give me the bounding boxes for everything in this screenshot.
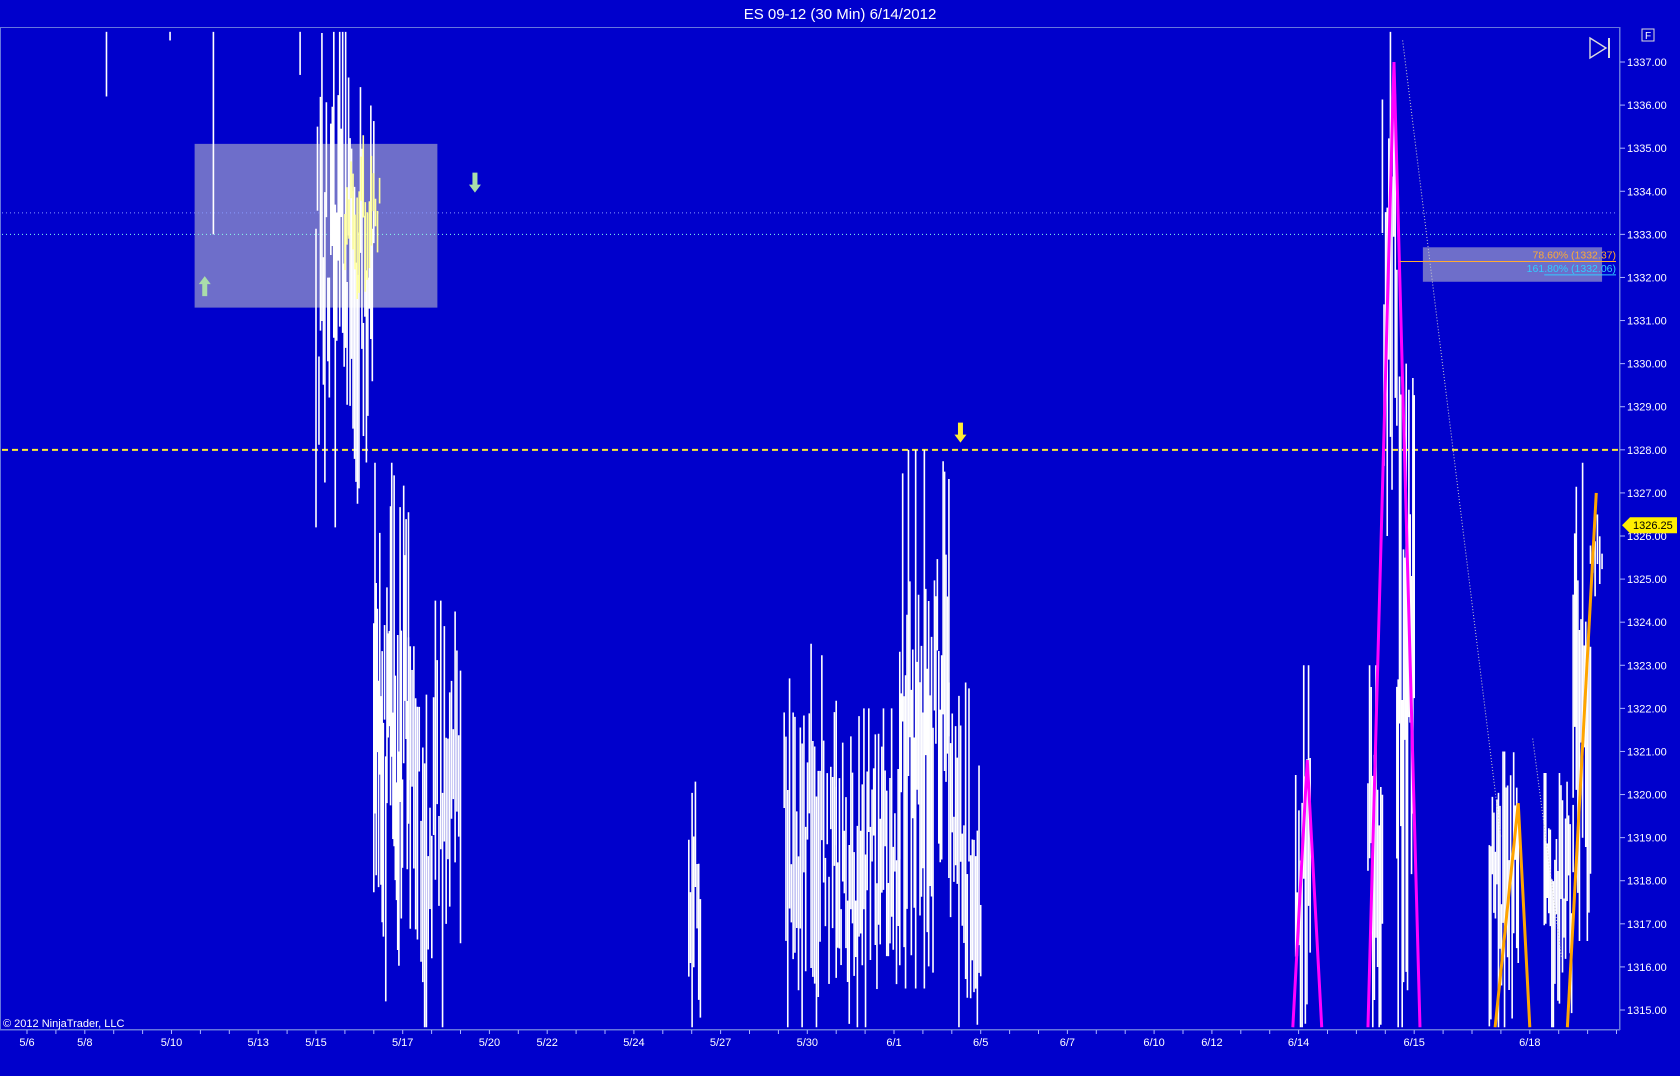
x-tick-label: 5/15 [305,1037,326,1049]
y-tick-label: 1334.00 [1627,186,1667,198]
x-tick-label: 6/18 [1519,1037,1540,1049]
last-price-tag: 1326.25 [1622,517,1677,534]
y-tick-label: 1319.00 [1627,833,1667,845]
y-tick-label: 1323.00 [1627,660,1667,672]
x-tick-label: 5/13 [247,1037,268,1049]
x-tick-label: 5/24 [623,1037,644,1049]
y-tick-label: 1322.00 [1627,703,1667,715]
y-tick-label: 1331.00 [1627,316,1667,328]
last-price-label: 1326.25 [1633,520,1673,532]
f-button-label: F [1645,31,1651,42]
y-tick-label: 1315.00 [1627,1005,1667,1017]
y-tick-label: 1336.00 [1627,100,1667,112]
fib-label: 78.60% (1332.37) [1533,250,1616,262]
y-tick-label: 1329.00 [1627,402,1667,414]
x-tick-label: 5/20 [479,1037,500,1049]
x-tick-label: 5/30 [797,1037,818,1049]
x-tick-label: 5/10 [161,1037,182,1049]
y-tick-label: 1321.00 [1627,746,1667,758]
y-tick-label: 1316.00 [1627,962,1667,974]
x-tick-label: 5/27 [710,1037,731,1049]
y-tick-label: 1320.00 [1627,790,1667,802]
chart-title: ES 09-12 (30 Min) 6/14/2012 [744,6,937,23]
x-tick-label: 5/6 [19,1037,34,1049]
x-tick-label: 6/1 [886,1037,901,1049]
y-tick-label: 1337.00 [1627,57,1667,69]
x-tick-label: 5/8 [77,1037,92,1049]
chart-window: ES 09-12 (30 Min) 6/14/2012 78.60% (1332… [0,0,1680,1076]
y-tick-label: 1328.00 [1627,445,1667,457]
fib-label: 161.80% (1332.06) [1527,263,1616,275]
price-chart[interactable]: ES 09-12 (30 Min) 6/14/2012 78.60% (1332… [0,0,1680,1076]
y-tick-label: 1330.00 [1627,359,1667,371]
y-tick-label: 1333.00 [1627,229,1667,241]
x-tick-label: 6/5 [973,1037,988,1049]
y-tick-label: 1318.00 [1627,876,1667,888]
y-tick-label: 1317.00 [1627,919,1667,931]
x-tick-label: 5/22 [536,1037,557,1049]
x-tick-label: 6/15 [1403,1037,1424,1049]
copyright-text: © 2012 NinjaTrader, LLC [3,1018,124,1030]
y-tick-label: 1325.00 [1627,574,1667,586]
y-tick-label: 1332.00 [1627,272,1667,284]
y-tick-label: 1324.00 [1627,617,1667,629]
y-tick-label: 1335.00 [1627,143,1667,155]
x-tick-label: 6/7 [1060,1037,1075,1049]
x-tick-label: 5/17 [392,1037,413,1049]
x-tick-label: 6/12 [1201,1037,1222,1049]
x-tick-label: 6/10 [1143,1037,1164,1049]
y-tick-label: 1327.00 [1627,488,1667,500]
x-tick-label: 6/14 [1288,1037,1309,1049]
